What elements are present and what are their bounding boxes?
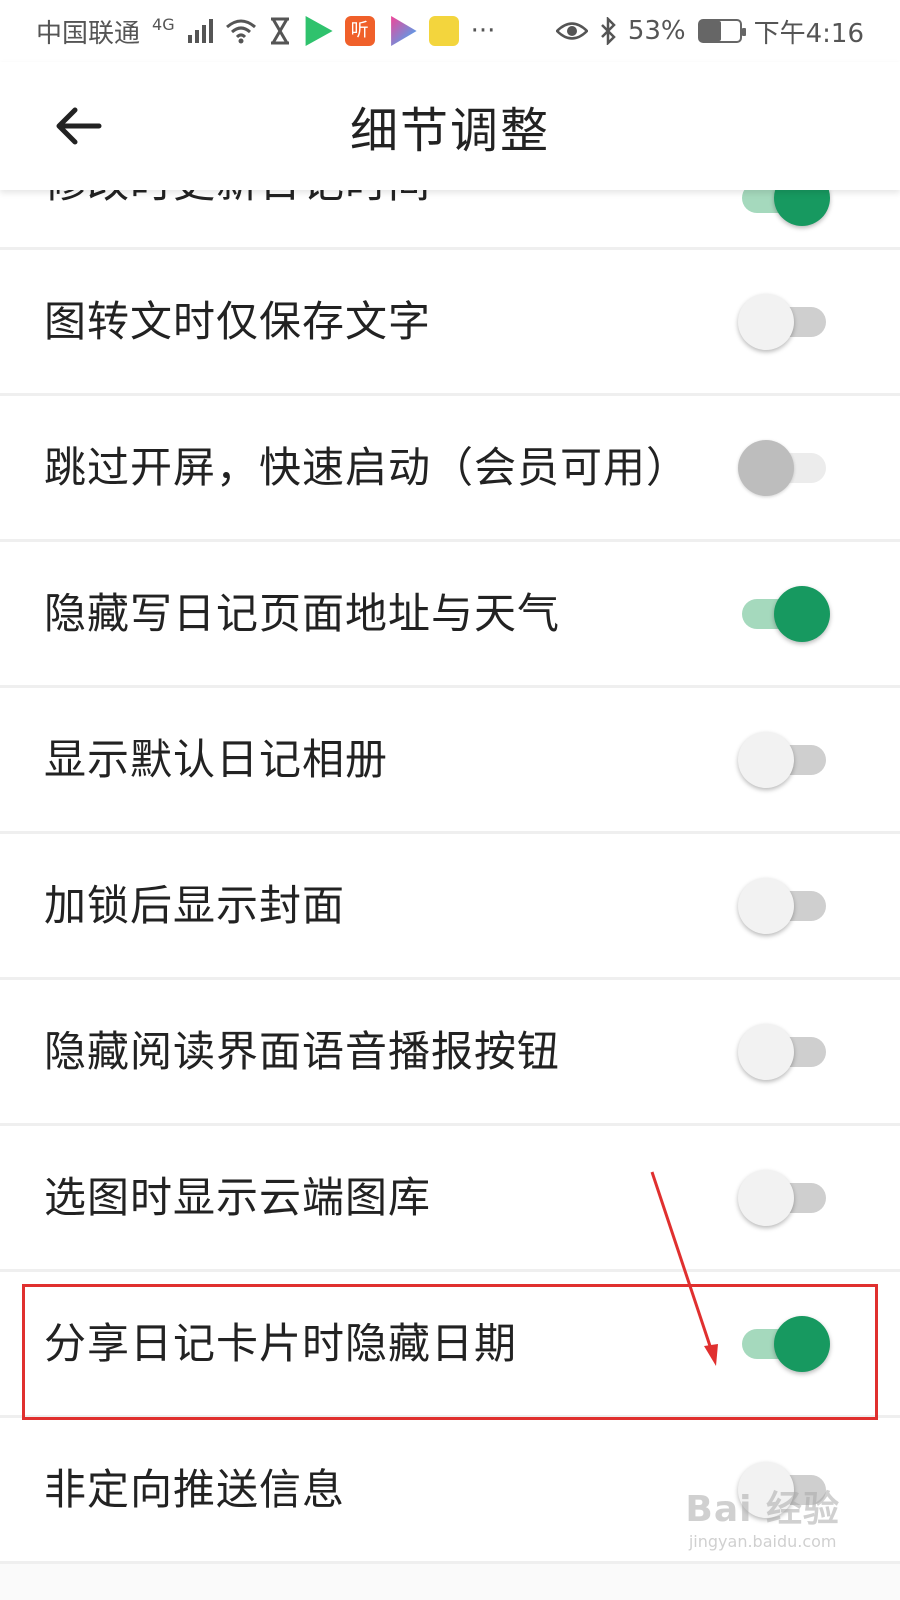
toggle-switch[interactable] [738,190,830,228]
arrow-left-icon [56,107,102,145]
back-button[interactable] [48,96,108,156]
settings-row[interactable]: 隐藏阅读界面语音播报按钮 [0,980,900,1126]
toggle-thumb [738,293,794,350]
status-bar-left: 中国联通 4G 听 ··· [36,13,495,50]
toggle-thumb [738,1023,794,1080]
settings-row-label: 非定向推送信息 [44,1464,346,1514]
toggle-thumb [774,190,830,226]
bluetooth-icon [600,17,616,45]
battery-percent: 53% [627,16,686,46]
settings-row[interactable]: 分享日记卡片时隐藏日期 [0,1272,900,1418]
hourglass-icon [270,17,289,45]
toggle-switch[interactable] [738,1168,830,1228]
wifi-icon [225,19,256,44]
settings-row-label: 加锁后显示封面 [44,880,346,930]
toggle-thumb [738,877,794,934]
settings-row-label: 显示默认日记相册 [44,734,389,784]
network-type: 4G [152,14,175,34]
watermark-logo: Bai 经验 [685,1489,840,1530]
settings-row[interactable]: 显示默认日记相册 [0,688,900,834]
settings-row-label: 分享日记卡片时隐藏日期 [44,1318,518,1368]
settings-row-label: 隐藏阅读界面语音播报按钮 [44,1026,561,1076]
settings-row-label: 隐藏写日记页面地址与天气 [44,588,561,638]
more-notifications-icon: ··· [470,16,496,46]
piano-app-icon [428,16,459,46]
youku-app-icon [391,16,417,46]
battery-level-fill [699,21,721,41]
page-title: 细节调整 [349,103,550,159]
tencent-video-app-icon [305,16,333,46]
settings-row-label: 选图时显示云端图库 [44,1172,432,1222]
settings-list: 修改时更新日记时间 图转文时仅保存文字跳过开屏，快速启动（会员可用） 隐藏写日记页… [0,190,900,1564]
status-bar: 中国联通 4G 听 ··· 53% 下午4:16 [0,0,900,62]
toggle-thumb [774,1315,830,1372]
toggle-thumb [738,439,794,496]
battery-icon [697,19,746,43]
toggle-thumb [738,1169,794,1226]
eye-icon [555,22,588,40]
signal-icon [187,19,213,43]
toggle-switch[interactable] [738,1022,830,1082]
settings-row[interactable]: 跳过开屏，快速启动（会员可用） [0,396,900,542]
toggle-thumb [738,731,794,788]
settings-row-label: 修改时更新日记时间 [44,190,704,212]
app-header: 细节调整 [0,62,900,190]
settings-row-label: 图转文时仅保存文字 [44,296,432,346]
status-bar-right: 53% 下午4:16 [555,13,864,50]
settings-row-label: 跳过开屏，快速启动（会员可用） [44,442,690,492]
settings-row[interactable]: 图转文时仅保存文字 [0,250,900,396]
carrier-label: 中国联通 [36,18,141,49]
watermark-url: jingyan.baidu.com [688,1532,837,1551]
toggle-switch[interactable] [738,876,830,936]
settings-row-partial[interactable]: 修改时更新日记时间 [0,190,900,250]
settings-row[interactable]: 加锁后显示封面 [0,834,900,980]
toggle-switch[interactable] [738,730,830,790]
baidu-watermark: Bai 经验 jingyan.baidu.com [685,1480,840,1551]
toggle-switch[interactable] [738,584,830,644]
toggle-thumb [774,585,830,642]
settings-row[interactable]: 选图时显示云端图库 [0,1126,900,1272]
clock: 下午4:16 [753,18,864,49]
toggle-switch[interactable] [738,1314,830,1374]
toggle-switch[interactable] [738,292,830,352]
ting-app-icon: 听 [344,16,375,46]
toggle-switch [738,438,830,498]
settings-row[interactable]: 隐藏写日记页面地址与天气 [0,542,900,688]
